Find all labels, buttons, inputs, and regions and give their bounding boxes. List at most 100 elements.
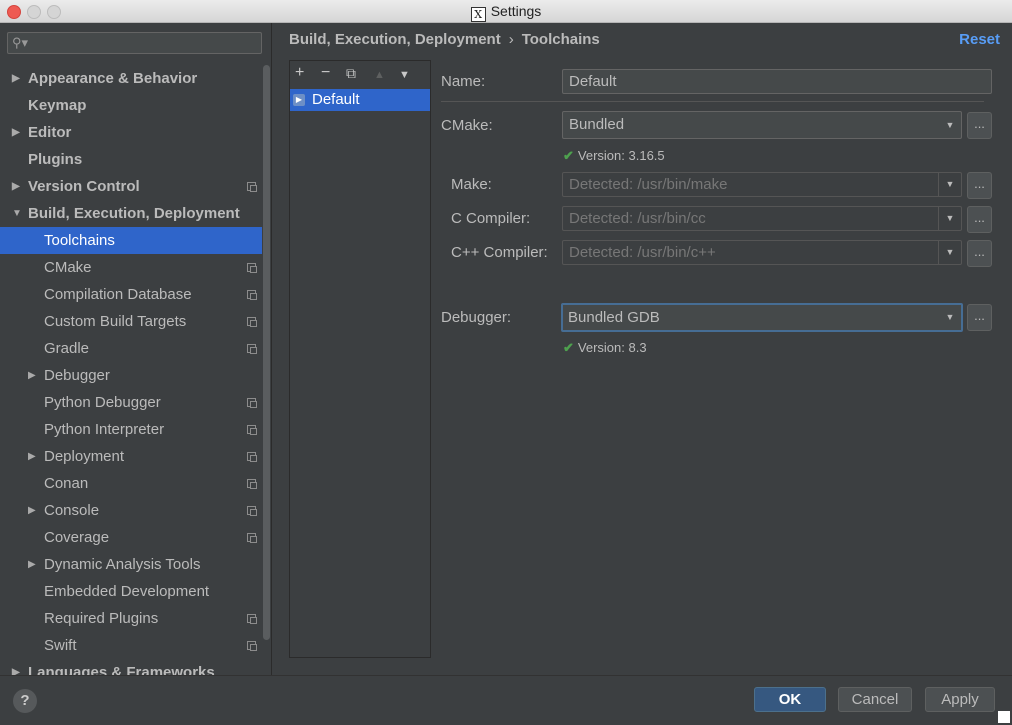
sidebar-item-cmake[interactable]: CMake — [0, 254, 262, 281]
apply-button[interactable]: Apply — [925, 687, 995, 712]
sidebar-item-gradle[interactable]: Gradle — [0, 335, 262, 362]
name-label: Name: — [441, 73, 486, 90]
check-icon: ✔ — [563, 340, 574, 355]
copy-icon[interactable]: ⧉ — [346, 65, 356, 82]
sidebar-item-custom-build-targets[interactable]: Custom Build Targets — [0, 308, 262, 335]
cmake-version: ✔ Version: 3.16.5 — [563, 148, 665, 164]
toolchain-icon: ▶ — [293, 94, 305, 106]
sidebar-item-coverage[interactable]: Coverage — [0, 524, 262, 551]
make-browse-button[interactable]: ... — [967, 172, 992, 199]
debugger-version: ✔ Version: 8.3 — [563, 340, 647, 356]
sidebar-item-label: Editor — [28, 124, 72, 141]
name-field[interactable]: Default — [562, 69, 992, 94]
sidebar-item-label: Toolchains — [44, 232, 115, 249]
sidebar-item-plugins[interactable]: Plugins — [0, 146, 262, 173]
sidebar-item-python-interpreter[interactable]: Python Interpreter — [0, 416, 262, 443]
sidebar-item-label: Compilation Database — [44, 286, 192, 303]
make-select[interactable]: Detected: /usr/bin/make ▼ — [562, 172, 962, 197]
help-button[interactable]: ? — [13, 689, 37, 713]
add-icon[interactable]: + — [295, 64, 304, 82]
sidebar-item-swift[interactable]: Swift — [0, 632, 262, 659]
sidebar-item-appearance-behavior[interactable]: ▶ Appearance & Behavior — [0, 65, 262, 92]
cmake-label: CMake: — [441, 117, 493, 134]
sidebar-item-debugger[interactable]: ▶ Debugger — [0, 362, 262, 389]
chevron-right-icon[interactable]: ▶ — [12, 65, 20, 92]
project-scope-icon — [247, 182, 257, 192]
chevron-right-icon[interactable]: ▶ — [28, 362, 36, 389]
move-down-icon[interactable]: ▼ — [399, 69, 410, 81]
sidebar-item-label: Embedded Development — [44, 583, 210, 600]
cmake-version-text: Version: 3.16.5 — [577, 148, 665, 163]
chevron-down-icon: ▼ — [938, 173, 961, 196]
cancel-button[interactable]: Cancel — [838, 687, 912, 712]
cmake-select-value: Bundled — [569, 116, 625, 133]
sidebar-item-label: Appearance & Behavior — [28, 70, 198, 87]
sidebar-item-label: Python Debugger — [44, 394, 161, 411]
settings-search-input[interactable]: ⚲▾ — [7, 32, 262, 54]
chevron-down-icon[interactable]: ▼ — [12, 200, 22, 227]
sidebar-item-label: Coverage — [44, 529, 110, 546]
debugger-browse-button[interactable]: ... — [967, 304, 992, 331]
cpp-compiler-select[interactable]: Detected: /usr/bin/c++ ▼ — [562, 240, 962, 265]
sidebar-item-python-debugger[interactable]: Python Debugger — [0, 389, 262, 416]
cpp-compiler-browse-button[interactable]: ... — [967, 240, 992, 267]
breadcrumb-parent: Build, Execution, Deployment — [289, 31, 501, 48]
sidebar-item-deployment[interactable]: ▶ Deployment — [0, 443, 262, 470]
sidebar-item-version-control[interactable]: ▶ Version Control — [0, 173, 262, 200]
sidebar-item-conan[interactable]: Conan — [0, 470, 262, 497]
sidebar-item-build-execution-deployment[interactable]: ▼ Build, Execution, Deployment — [0, 200, 262, 227]
remove-icon[interactable]: − — [321, 64, 330, 82]
project-scope-icon — [247, 290, 257, 300]
resize-grip-icon[interactable] — [998, 711, 1010, 723]
chevron-right-icon[interactable]: ▶ — [12, 119, 20, 146]
check-icon: ✔ — [563, 148, 574, 163]
settings-header: Build, Execution, Deployment › Toolchains … — [272, 23, 1012, 59]
debugger-select[interactable]: Bundled GDB ▼ — [561, 303, 963, 332]
sidebar-item-label: Conan — [44, 475, 89, 492]
window-title-text: Settings — [490, 3, 542, 19]
settings-tree: ▶ Appearance & Behavior Keymap ▶ Editor Plugi… — [0, 65, 262, 675]
divider — [441, 101, 984, 102]
chevron-right-icon[interactable]: ▶ — [12, 173, 20, 200]
search-icon: ⚲▾ — [12, 35, 29, 50]
cmake-browse-button[interactable]: ... — [967, 112, 992, 139]
sidebar-item-dynamic-analysis-tools[interactable]: ▶ Dynamic Analysis Tools — [0, 551, 262, 578]
debugger-label: Debugger: — [441, 309, 512, 326]
chevron-right-icon[interactable]: ▶ — [12, 659, 20, 675]
sidebar-item-keymap[interactable]: Keymap — [0, 92, 262, 119]
project-scope-icon — [247, 398, 257, 408]
c-compiler-select[interactable]: Detected: /usr/bin/cc ▼ — [562, 206, 962, 231]
toolchain-item-default[interactable]: ▶ Default — [290, 89, 430, 111]
sidebar-item-console[interactable]: ▶ Console — [0, 497, 262, 524]
sidebar-item-editor[interactable]: ▶ Editor — [0, 119, 262, 146]
project-scope-icon — [247, 263, 257, 273]
sidebar-item-toolchains[interactable]: Toolchains — [0, 227, 262, 254]
chevron-right-icon[interactable]: ▶ — [28, 551, 36, 578]
sidebar-item-label: CMake — [44, 259, 92, 276]
chevron-right-icon[interactable]: ▶ — [28, 497, 36, 524]
move-up-icon: ▲ — [374, 69, 385, 81]
cmake-select[interactable]: Bundled ▼ — [562, 111, 962, 139]
sidebar-item-label: Version Control — [28, 178, 140, 195]
reset-link[interactable]: Reset — [959, 31, 1000, 48]
project-scope-icon — [247, 533, 257, 543]
toolchains-list-panel: + − ⧉ ▲ ▼ ▶ Default — [289, 60, 431, 658]
debugger-select-value: Bundled GDB — [568, 309, 660, 326]
project-scope-icon — [247, 344, 257, 354]
sidebar-item-label: Build, Execution, Deployment — [28, 205, 240, 222]
list-toolbar: + − ⧉ ▲ ▼ — [290, 61, 430, 89]
sidebar-item-compilation-database[interactable]: Compilation Database — [0, 281, 262, 308]
sidebar-item-embedded-development[interactable]: Embedded Development — [0, 578, 262, 605]
sidebar-item-label: Console — [44, 502, 100, 519]
sidebar-item-required-plugins[interactable]: Required Plugins — [0, 605, 262, 632]
dialog-footer: ? OK Cancel Apply — [0, 675, 1012, 725]
project-scope-icon — [247, 506, 257, 516]
sidebar-scrollbar[interactable] — [263, 65, 270, 640]
ok-button[interactable]: OK — [754, 687, 826, 712]
c-compiler-browse-button[interactable]: ... — [967, 206, 992, 233]
chevron-right-icon[interactable]: ▶ — [28, 443, 36, 470]
sidebar-item-languages-frameworks[interactable]: ▶ Languages & Frameworks — [0, 659, 262, 675]
chevron-down-icon: ▼ — [945, 120, 955, 130]
project-scope-icon — [247, 614, 257, 624]
sidebar-item-label: Dynamic Analysis Tools — [44, 556, 201, 573]
